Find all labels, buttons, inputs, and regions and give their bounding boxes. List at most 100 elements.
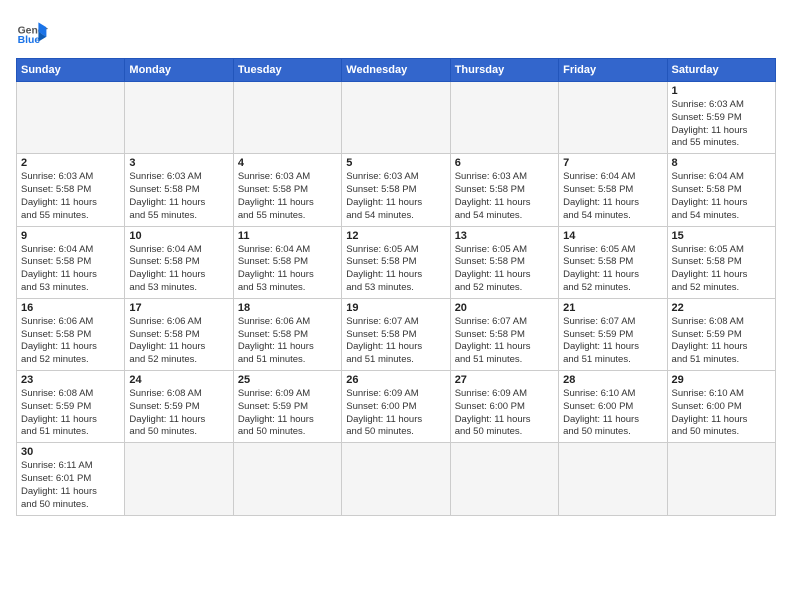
day-info: Sunrise: 6:03 AMSunset: 5:58 PMDaylight:… — [129, 171, 228, 222]
calendar-cell — [450, 443, 558, 515]
day-number: 5 — [346, 157, 445, 169]
calendar-cell: 13 Sunrise: 6:05 AMSunset: 5:58 PMDayligh… — [450, 226, 558, 298]
day-info: Sunrise: 6:06 AMSunset: 5:58 PMDaylight:… — [238, 316, 337, 367]
calendar-week-3: 9Sunrise: 6:04 AMSunset: 5:58 PMDaylight… — [17, 226, 776, 298]
logo: General Blue — [16, 16, 48, 48]
calendar-cell: 19Sunrise: 6:07 AMSunset: 5:58 PMDayligh… — [342, 298, 450, 370]
calendar-cell: 30Sunrise: 6:11 AMSunset: 6:01 PMDayligh… — [17, 443, 125, 515]
day-number: 24 — [129, 374, 228, 386]
calendar-cell — [450, 82, 558, 154]
day-number: 20 — [455, 302, 554, 314]
calendar-cell — [233, 443, 341, 515]
calendar-cell: 7 Sunrise: 6:04 AMSunset: 5:58 PMDaylight… — [559, 154, 667, 226]
day-info: Sunrise: 6:04 AMSunset: 5:58 PMDaylight:… — [129, 244, 228, 295]
calendar-cell — [559, 82, 667, 154]
calendar-cell — [125, 443, 233, 515]
calendar-cell: 2Sunrise: 6:03 AMSunset: 5:58 PMDaylight… — [17, 154, 125, 226]
day-info: Sunrise: 6:09 AMSunset: 6:00 PMDaylight:… — [455, 388, 554, 439]
day-info: Sunrise: 6:03 AMSunset: 5:58 PMDaylight:… — [346, 171, 445, 222]
day-number: 27 — [455, 374, 554, 386]
day-number: 21 — [563, 302, 662, 314]
day-number: 10 — [129, 230, 228, 242]
day-info: Sunrise: 6:05 AMSunset: 5:58 PMDaylight:… — [455, 244, 554, 295]
col-header-sunday: Sunday — [17, 59, 125, 82]
calendar-cell: 12 Sunrise: 6:05 AMSunset: 5:58 PMDayligh… — [342, 226, 450, 298]
day-number: 1 — [672, 85, 771, 97]
day-number: 17 — [129, 302, 228, 314]
day-number: 3 — [129, 157, 228, 169]
calendar-cell: 22Sunrise: 6:08 AMSunset: 5:59 PMDayligh… — [667, 298, 775, 370]
day-number: 12 — [346, 230, 445, 242]
day-info: Sunrise: 6:09 AMSunset: 6:00 PMDaylight:… — [346, 388, 445, 439]
col-header-wednesday: Wednesday — [342, 59, 450, 82]
calendar-cell: 1 Sunrise: 6:03 AMSunset: 5:59 PMDaylight… — [667, 82, 775, 154]
day-number: 18 — [238, 302, 337, 314]
calendar-cell: 21 Sunrise: 6:07 AMSunset: 5:59 PMDayligh… — [559, 298, 667, 370]
calendar-cell: 9Sunrise: 6:04 AMSunset: 5:58 PMDaylight… — [17, 226, 125, 298]
day-info: Sunrise: 6:07 AMSunset: 5:58 PMDaylight:… — [455, 316, 554, 367]
day-info: Sunrise: 6:04 AMSunset: 5:58 PMDaylight:… — [672, 171, 771, 222]
col-header-tuesday: Tuesday — [233, 59, 341, 82]
day-info: Sunrise: 6:04 AMSunset: 5:58 PMDaylight:… — [238, 244, 337, 295]
calendar-cell: 4Sunrise: 6:03 AMSunset: 5:58 PMDaylight… — [233, 154, 341, 226]
calendar-cell: 26 Sunrise: 6:09 AMSunset: 6:00 PMDayligh… — [342, 371, 450, 443]
day-info: Sunrise: 6:08 AMSunset: 5:59 PMDaylight:… — [129, 388, 228, 439]
day-number: 22 — [672, 302, 771, 314]
calendar-week-4: 16Sunrise: 6:06 AMSunset: 5:58 PMDayligh… — [17, 298, 776, 370]
calendar-cell: 10 Sunrise: 6:04 AMSunset: 5:58 PMDayligh… — [125, 226, 233, 298]
day-info: Sunrise: 6:08 AMSunset: 5:59 PMDaylight:… — [21, 388, 120, 439]
day-number: 30 — [21, 446, 120, 458]
calendar-cell: 28 Sunrise: 6:10 AMSunset: 6:00 PMDayligh… — [559, 371, 667, 443]
calendar-cell — [667, 443, 775, 515]
day-number: 15 — [672, 230, 771, 242]
day-number: 14 — [563, 230, 662, 242]
day-number: 7 — [563, 157, 662, 169]
day-number: 13 — [455, 230, 554, 242]
calendar-cell: 20 Sunrise: 6:07 AMSunset: 5:58 PMDayligh… — [450, 298, 558, 370]
calendar-cell: 11 Sunrise: 6:04 AMSunset: 5:58 PMDayligh… — [233, 226, 341, 298]
calendar-cell — [233, 82, 341, 154]
calendar-week-5: 23 Sunrise: 6:08 AMSunset: 5:59 PMDayligh… — [17, 371, 776, 443]
day-info: Sunrise: 6:03 AMSunset: 5:59 PMDaylight:… — [672, 99, 771, 150]
calendar-cell: 14 Sunrise: 6:05 AMSunset: 5:58 PMDayligh… — [559, 226, 667, 298]
calendar-cell — [17, 82, 125, 154]
day-info: Sunrise: 6:05 AMSunset: 5:58 PMDaylight:… — [346, 244, 445, 295]
day-info: Sunrise: 6:05 AMSunset: 5:58 PMDaylight:… — [672, 244, 771, 295]
calendar-cell: 18 Sunrise: 6:06 AMSunset: 5:58 PMDayligh… — [233, 298, 341, 370]
calendar-cell — [342, 443, 450, 515]
day-info: Sunrise: 6:10 AMSunset: 6:00 PMDaylight:… — [672, 388, 771, 439]
day-info: Sunrise: 6:04 AMSunset: 5:58 PMDaylight:… — [563, 171, 662, 222]
calendar-cell: 16Sunrise: 6:06 AMSunset: 5:58 PMDayligh… — [17, 298, 125, 370]
day-number: 26 — [346, 374, 445, 386]
page-header: General Blue — [16, 16, 776, 48]
day-number: 23 — [21, 374, 120, 386]
day-number: 6 — [455, 157, 554, 169]
calendar-cell: 17 Sunrise: 6:06 AMSunset: 5:58 PMDayligh… — [125, 298, 233, 370]
day-info: Sunrise: 6:04 AMSunset: 5:58 PMDaylight:… — [21, 244, 120, 295]
day-number: 25 — [238, 374, 337, 386]
day-info: Sunrise: 6:09 AMSunset: 5:59 PMDaylight:… — [238, 388, 337, 439]
day-info: Sunrise: 6:06 AMSunset: 5:58 PMDaylight:… — [129, 316, 228, 367]
day-info: Sunrise: 6:05 AMSunset: 5:58 PMDaylight:… — [563, 244, 662, 295]
col-header-saturday: Saturday — [667, 59, 775, 82]
calendar-cell: 25 Sunrise: 6:09 AMSunset: 5:59 PMDayligh… — [233, 371, 341, 443]
calendar-cell — [125, 82, 233, 154]
day-info: Sunrise: 6:03 AMSunset: 5:58 PMDaylight:… — [455, 171, 554, 222]
calendar-cell: 8Sunrise: 6:04 AMSunset: 5:58 PMDaylight… — [667, 154, 775, 226]
calendar-header-row: SundayMondayTuesdayWednesdayThursdayFrid… — [17, 59, 776, 82]
calendar-cell: 29 Sunrise: 6:10 AMSunset: 6:00 PMDayligh… — [667, 371, 775, 443]
calendar-week-6: 30Sunrise: 6:11 AMSunset: 6:01 PMDayligh… — [17, 443, 776, 515]
calendar-week-2: 2Sunrise: 6:03 AMSunset: 5:58 PMDaylight… — [17, 154, 776, 226]
calendar-cell: 24 Sunrise: 6:08 AMSunset: 5:59 PMDayligh… — [125, 371, 233, 443]
calendar-table: SundayMondayTuesdayWednesdayThursdayFrid… — [16, 58, 776, 516]
calendar-cell — [559, 443, 667, 515]
calendar-cell: 27 Sunrise: 6:09 AMSunset: 6:00 PMDayligh… — [450, 371, 558, 443]
day-info: Sunrise: 6:07 AMSunset: 5:58 PMDaylight:… — [346, 316, 445, 367]
day-info: Sunrise: 6:07 AMSunset: 5:59 PMDaylight:… — [563, 316, 662, 367]
day-number: 11 — [238, 230, 337, 242]
day-info: Sunrise: 6:10 AMSunset: 6:00 PMDaylight:… — [563, 388, 662, 439]
day-number: 28 — [563, 374, 662, 386]
calendar-cell: 5 Sunrise: 6:03 AMSunset: 5:58 PMDaylight… — [342, 154, 450, 226]
day-number: 29 — [672, 374, 771, 386]
calendar-week-1: 1 Sunrise: 6:03 AMSunset: 5:59 PMDaylight… — [17, 82, 776, 154]
